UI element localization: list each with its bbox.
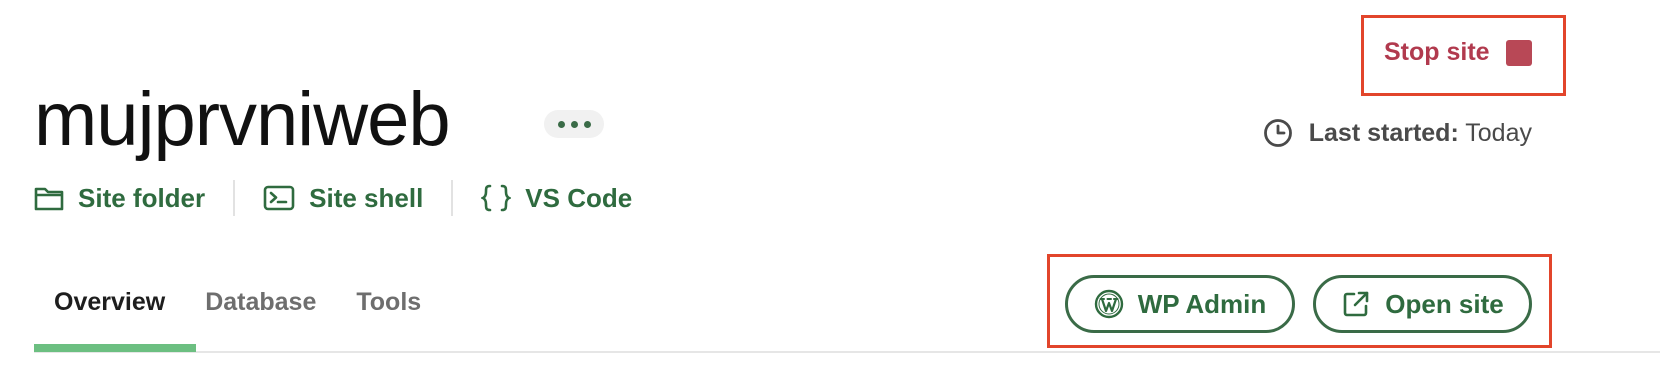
site-shell-link[interactable]: Site shell bbox=[263, 183, 423, 214]
stop-site-label: Stop site bbox=[1384, 38, 1490, 66]
vscode-label: VS Code bbox=[525, 182, 633, 213]
site-shell-label: Site shell bbox=[309, 182, 424, 213]
tab-tools[interactable]: Tools bbox=[336, 282, 441, 322]
tab-bar: Overview Database Tools bbox=[34, 282, 441, 322]
site-folder-label: Site folder bbox=[78, 182, 206, 213]
last-started-label: Last started: bbox=[1308, 118, 1459, 147]
tab-bar-border bbox=[34, 351, 1660, 353]
active-tab-indicator bbox=[34, 344, 196, 352]
site-folder-link[interactable]: Site folder bbox=[34, 183, 205, 214]
vscode-link[interactable]: VS Code bbox=[481, 183, 632, 214]
more-horizontal-icon bbox=[557, 120, 565, 128]
open-site-label: Open site bbox=[1385, 288, 1504, 319]
stop-square-icon bbox=[1505, 39, 1532, 66]
last-started: Last started: Today bbox=[1263, 118, 1532, 148]
external-link-icon bbox=[1343, 291, 1369, 317]
stop-site-button[interactable]: Stop site bbox=[1384, 38, 1532, 67]
wordpress-icon bbox=[1094, 289, 1123, 319]
more-dot bbox=[570, 120, 578, 128]
site-links: Site folder Site shell VS Code bbox=[34, 178, 632, 218]
braces-icon bbox=[481, 184, 512, 212]
tab-overview[interactable]: Overview bbox=[34, 282, 185, 322]
divider bbox=[451, 180, 454, 216]
last-started-value: Today bbox=[1465, 118, 1532, 147]
more-dot bbox=[583, 120, 591, 128]
more-options-button[interactable] bbox=[544, 110, 604, 138]
clock-icon bbox=[1263, 119, 1292, 147]
folder-icon bbox=[34, 187, 64, 211]
site-title: mujprvniweb bbox=[34, 77, 451, 162]
tab-database[interactable]: Database bbox=[185, 282, 336, 322]
wp-admin-button[interactable]: WP Admin bbox=[1065, 275, 1295, 333]
open-site-button[interactable]: Open site bbox=[1313, 275, 1532, 333]
divider bbox=[233, 180, 236, 216]
terminal-icon bbox=[263, 185, 295, 211]
wp-admin-label: WP Admin bbox=[1137, 288, 1267, 319]
